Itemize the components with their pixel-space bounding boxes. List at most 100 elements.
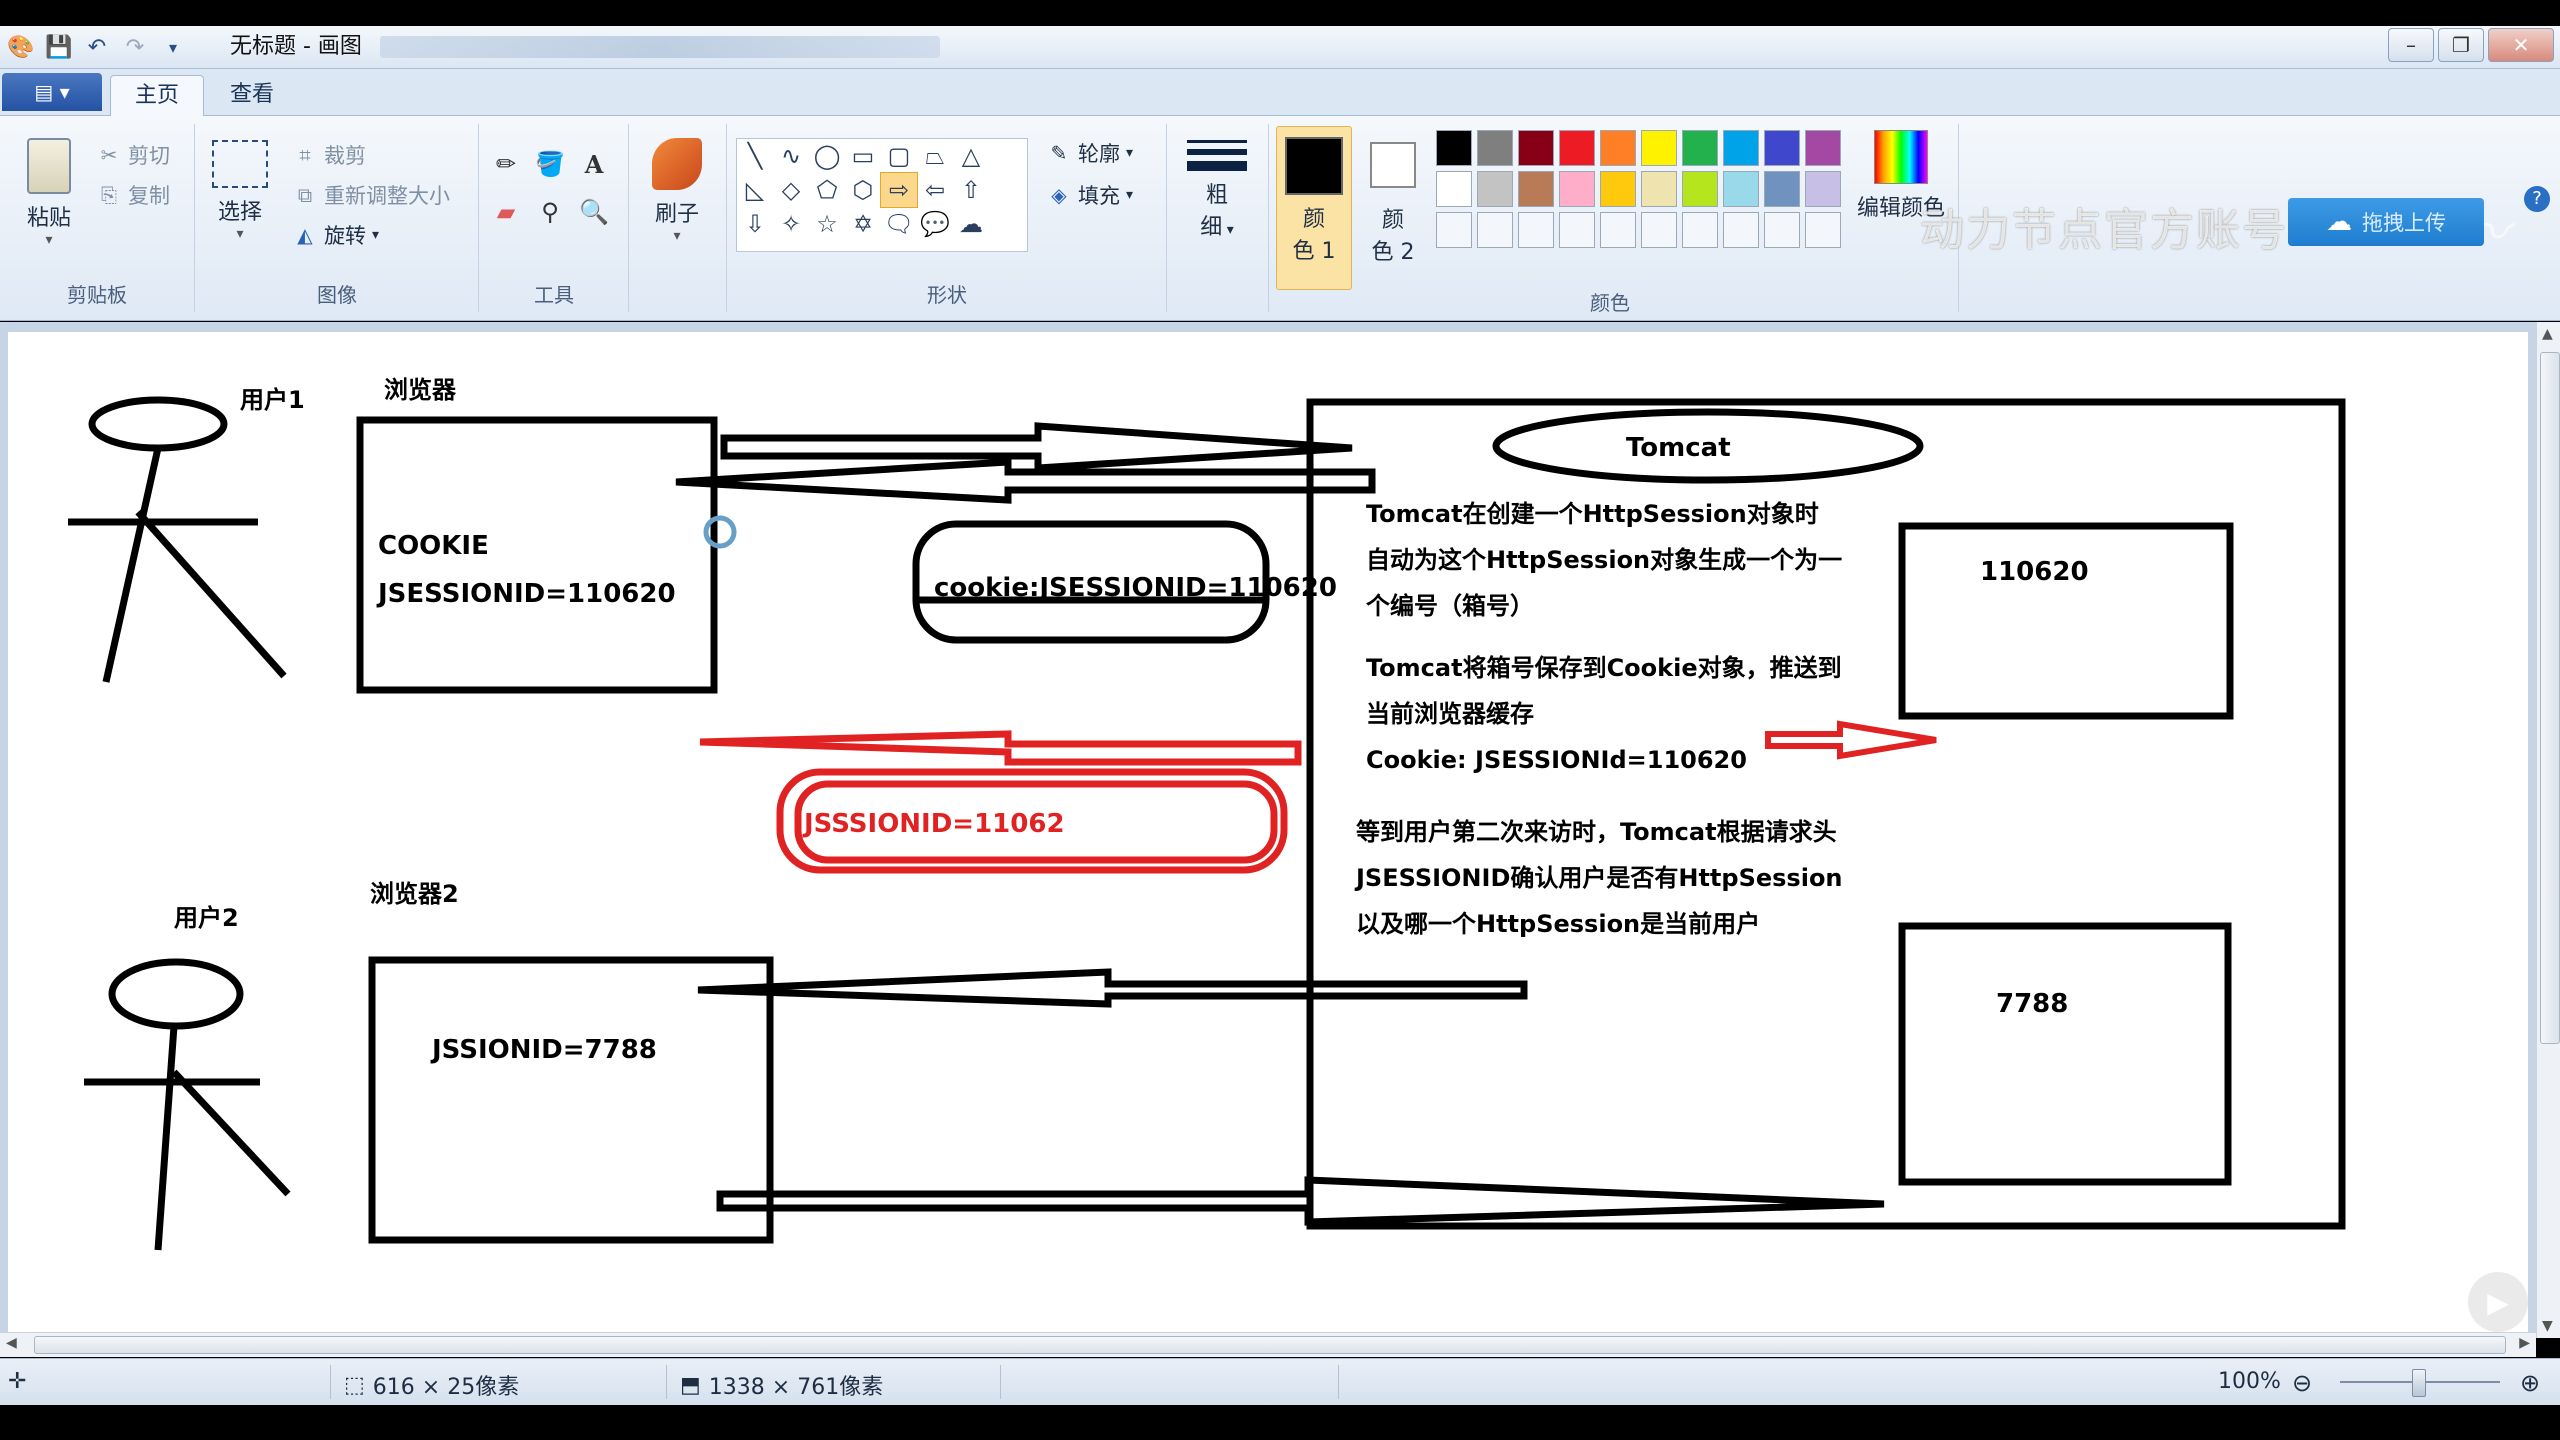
rotate-button[interactable]: ◭ 旋转 ▾: [292, 220, 379, 250]
polygon-shape-icon[interactable]: ⏢: [917, 139, 953, 173]
callout-rect-shape-icon[interactable]: 🗨: [881, 207, 917, 241]
palette-swatch[interactable]: [1518, 212, 1554, 248]
palette-swatch[interactable]: [1764, 212, 1800, 248]
rounded-rect-shape-icon[interactable]: ▢: [881, 139, 917, 173]
color2-button[interactable]: 颜 色 2: [1356, 126, 1430, 288]
crop-button[interactable]: ⌗ 裁剪: [292, 140, 366, 170]
palette-swatch[interactable]: [1723, 130, 1759, 166]
file-menu-button[interactable]: ▤ ▾: [2, 73, 102, 111]
customize-toolbar-icon[interactable]: ▾: [158, 32, 188, 62]
palette-swatch[interactable]: [1805, 130, 1841, 166]
palette-swatch[interactable]: [1518, 171, 1554, 207]
palette-swatch[interactable]: [1436, 171, 1472, 207]
palette-swatch[interactable]: [1682, 171, 1718, 207]
fill-button[interactable]: ◈ 填充 ▾: [1046, 180, 1133, 210]
callout-cloud-shape-icon[interactable]: ☁: [953, 207, 989, 241]
vertical-scroll-thumb[interactable]: [2540, 352, 2560, 1044]
palette-swatch[interactable]: [1600, 171, 1636, 207]
help-icon[interactable]: ?: [2524, 186, 2550, 212]
fill-bucket-icon[interactable]: 🪣: [532, 146, 568, 182]
eraser-icon[interactable]: ▰: [488, 194, 524, 230]
close-button[interactable]: ✕: [2488, 28, 2554, 62]
palette-swatch[interactable]: [1436, 212, 1472, 248]
copy-button[interactable]: ⎘ 复制: [96, 180, 170, 210]
down-arrow-shape-icon[interactable]: ⇩: [737, 207, 773, 241]
play-overlay-icon[interactable]: ▶: [2468, 1272, 2528, 1332]
palette-swatch[interactable]: [1641, 212, 1677, 248]
palette-swatch[interactable]: [1559, 171, 1595, 207]
scroll-right-icon[interactable]: ▶: [2519, 1335, 2530, 1351]
six-star-shape-icon[interactable]: ✡: [845, 207, 881, 241]
diamond-shape-icon[interactable]: ◇: [773, 173, 809, 207]
right-triangle-shape-icon[interactable]: ◺: [737, 173, 773, 207]
horizontal-scrollbar[interactable]: ◀ ▶: [0, 1332, 2536, 1357]
callout-oval-shape-icon[interactable]: 💬: [917, 207, 953, 241]
rectangle-shape-icon[interactable]: ▭: [845, 139, 881, 173]
tab-view[interactable]: 查看: [206, 75, 298, 115]
save-icon[interactable]: 💾: [44, 32, 74, 62]
drawing-canvas[interactable]: 用户1 浏览器 COOKIE JSESSIONID=110620 cookie:…: [8, 332, 2528, 1332]
palette-swatch[interactable]: [1477, 130, 1513, 166]
scroll-left-icon[interactable]: ◀: [6, 1335, 17, 1351]
paste-button[interactable]: 粘贴 ▾: [14, 138, 84, 248]
palette-swatch[interactable]: [1682, 212, 1718, 248]
palette-swatch[interactable]: [1600, 130, 1636, 166]
minimize-button[interactable]: –: [2388, 28, 2434, 62]
text-line-1: Tomcat在创建一个HttpSession对象时: [1366, 500, 1819, 528]
select-button[interactable]: 选择 ▾: [208, 140, 272, 242]
four-star-shape-icon[interactable]: ✧: [773, 207, 809, 241]
up-arrow-shape-icon[interactable]: ⇧: [953, 173, 989, 207]
palette-swatch[interactable]: [1805, 171, 1841, 207]
triangle-shape-icon[interactable]: △: [953, 139, 989, 173]
scroll-down-icon[interactable]: ▼: [2542, 1318, 2553, 1334]
curve-shape-icon[interactable]: ∿: [773, 139, 809, 173]
resize-button[interactable]: ⧉ 重新调整大小: [292, 180, 450, 210]
image-size-icon: ⬒: [680, 1372, 701, 1398]
pentagon-shape-icon[interactable]: ⬠: [809, 173, 845, 207]
magnifier-icon[interactable]: 🔍: [576, 194, 612, 230]
drag-upload-button[interactable]: ☁ 拖拽上传: [2288, 198, 2484, 246]
horizontal-scroll-thumb[interactable]: [34, 1336, 2506, 1354]
paint-app-icon[interactable]: 🎨: [6, 32, 36, 62]
undo-icon[interactable]: ↶: [82, 32, 112, 62]
right-arrow-shape-icon[interactable]: ⇨: [880, 172, 918, 208]
outline-button[interactable]: ✎ 轮廓 ▾: [1046, 138, 1133, 168]
user2-label: 用户2: [174, 904, 239, 932]
left-arrow-shape-icon[interactable]: ⇦: [917, 173, 953, 207]
line-shape-icon[interactable]: ╲: [737, 139, 773, 173]
palette-swatch[interactable]: [1682, 130, 1718, 166]
palette-swatch[interactable]: [1641, 130, 1677, 166]
palette-swatch[interactable]: [1723, 171, 1759, 207]
shapes-gallery[interactable]: ╲ ∿ ◯ ▭ ▢ ⏢ △ ◺ ◇ ⬠ ⬡ ⇨ ⇦ ⇧ ⇩ ✧ ☆ ✡ 🗨 💬 ☁: [736, 138, 1028, 252]
zoom-slider-thumb[interactable]: [2412, 1369, 2426, 1397]
hexagon-shape-icon[interactable]: ⬡: [845, 173, 881, 207]
vertical-scrollbar[interactable]: ▲ ▼: [2536, 322, 2560, 1338]
palette-swatch[interactable]: [1477, 171, 1513, 207]
palette-swatch[interactable]: [1641, 171, 1677, 207]
palette-swatch[interactable]: [1436, 130, 1472, 166]
palette-swatch[interactable]: [1518, 130, 1554, 166]
maximize-button[interactable]: ❐: [2438, 28, 2484, 62]
cut-button[interactable]: ✂ 剪切: [96, 140, 170, 170]
palette-swatch[interactable]: [1764, 130, 1800, 166]
redo-icon[interactable]: ↷: [120, 32, 150, 62]
palette-swatch[interactable]: [1477, 212, 1513, 248]
tab-home[interactable]: 主页: [110, 75, 205, 116]
size-button[interactable]: 粗 细 ▾: [1184, 136, 1250, 241]
color1-button[interactable]: 颜 色 1: [1276, 126, 1352, 290]
text-tool-icon[interactable]: A: [576, 146, 612, 182]
pencil-icon[interactable]: ✏: [488, 146, 524, 182]
palette-swatch[interactable]: [1559, 212, 1595, 248]
palette-swatch[interactable]: [1723, 212, 1759, 248]
zoom-out-icon[interactable]: ⊖: [2292, 1369, 2312, 1397]
palette-swatch[interactable]: [1600, 212, 1636, 248]
five-star-shape-icon[interactable]: ☆: [809, 207, 845, 241]
palette-swatch[interactable]: [1764, 171, 1800, 207]
palette-swatch[interactable]: [1805, 212, 1841, 248]
color-picker-icon[interactable]: ⚲: [532, 194, 568, 230]
brushes-button[interactable]: 刷子 ▾: [642, 138, 712, 244]
scroll-up-icon[interactable]: ▲: [2542, 326, 2553, 342]
zoom-in-icon[interactable]: ⊕: [2520, 1369, 2540, 1397]
palette-swatch[interactable]: [1559, 130, 1595, 166]
oval-shape-icon[interactable]: ◯: [809, 139, 845, 173]
